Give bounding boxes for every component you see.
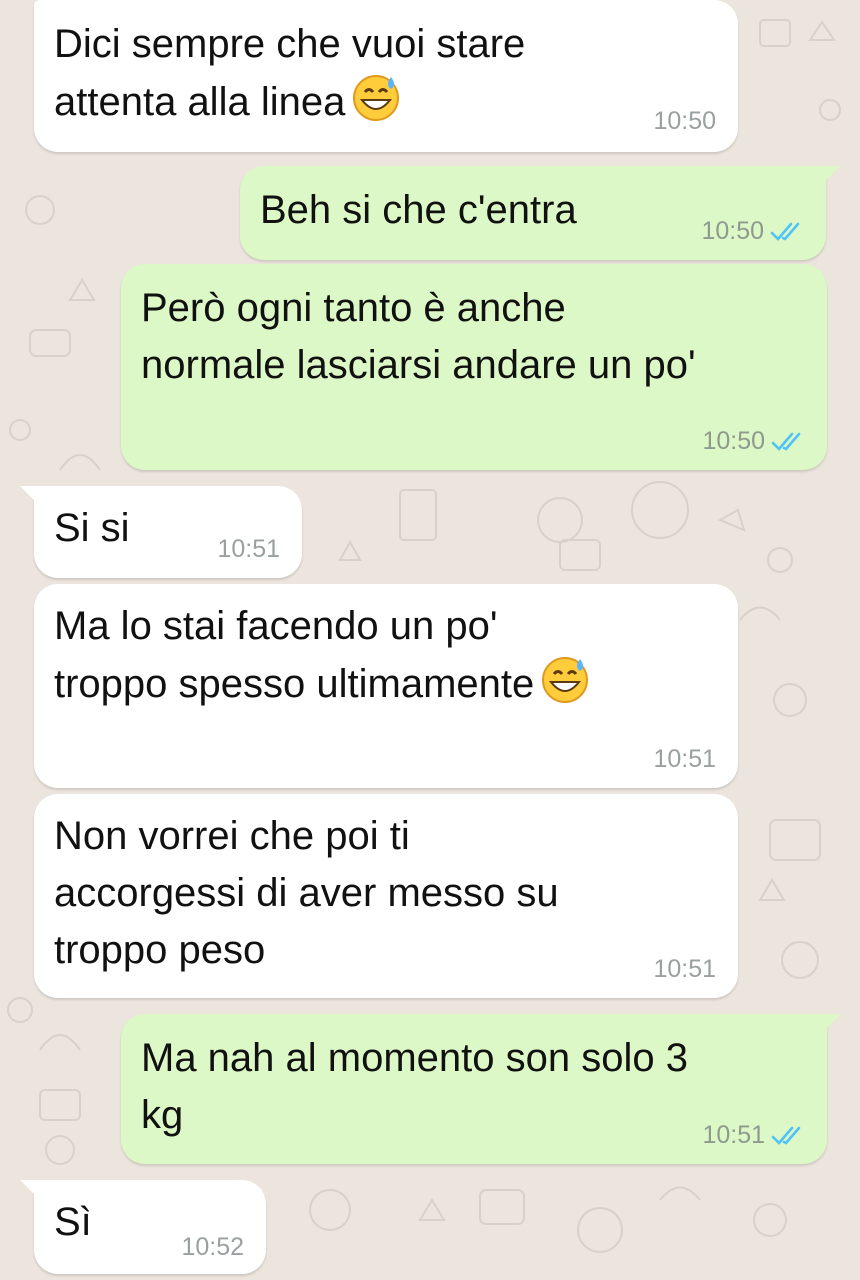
chat-area[interactable]: Dici sempre che vuoi stare attenta alla … <box>0 0 860 1280</box>
message-time: 10:50 <box>702 427 765 455</box>
message-text: Ma lo stai facendo un po' troppo spesso … <box>54 598 590 721</box>
double-check-read-icon <box>771 431 805 453</box>
message-text: Ma nah al momento son solo 3 kg <box>141 1036 688 1137</box>
bubble-tail <box>819 1014 841 1036</box>
grinning-face-with-sweat-emoji-icon <box>540 655 590 721</box>
message-bubble-outgoing[interactable]: Però ogni tanto è anche normale lasciars… <box>121 264 827 470</box>
message-bubble-incoming[interactable]: Non vorrei che poi ti accorgessi di aver… <box>34 794 738 998</box>
double-check-read-icon <box>770 221 804 243</box>
message-meta: 10:51 <box>653 745 716 774</box>
grinning-face-with-sweat-emoji-icon <box>351 73 401 139</box>
message-time: 10:51 <box>217 535 280 563</box>
message-meta: 10:52 <box>181 1233 244 1262</box>
message-meta: 10:50 <box>702 427 805 456</box>
message-time: 10:52 <box>181 1233 244 1261</box>
message-time: 10:50 <box>701 217 764 245</box>
message-time: 10:51 <box>702 1121 765 1149</box>
message-meta: 10:50 <box>653 107 716 136</box>
message-bubble-outgoing[interactable]: Ma nah al momento son solo 3 kg 10:51 <box>121 1014 841 1164</box>
message-text: Però ogni tanto è anche normale lasciars… <box>141 286 696 387</box>
message-meta: 10:51 <box>702 1121 805 1150</box>
message-text: Dici sempre che vuoi stare attenta alla … <box>54 16 525 139</box>
message-meta: 10:51 <box>653 955 716 984</box>
double-check-read-icon <box>771 1125 805 1147</box>
bubble-tail <box>818 166 840 188</box>
message-bubble-outgoing[interactable]: Beh si che c'entra 10:50 <box>240 166 840 260</box>
message-text: Sì <box>54 1200 92 1244</box>
bubble-tail <box>20 486 42 508</box>
message-bubble-incoming[interactable]: Sì 10:52 <box>20 1180 266 1274</box>
message-text: Si si <box>54 506 130 550</box>
message-time: 10:51 <box>653 955 716 983</box>
message-time: 10:50 <box>653 107 716 135</box>
message-bubble-incoming[interactable]: Si si 10:51 <box>20 486 302 578</box>
message-bubble-incoming[interactable]: Ma lo stai facendo un po' troppo spesso … <box>34 584 738 788</box>
message-time: 10:51 <box>653 745 716 773</box>
message-meta: 10:51 <box>217 535 280 564</box>
message-text: Non vorrei che poi ti accorgessi di aver… <box>54 814 559 972</box>
bubble-tail <box>20 1180 42 1202</box>
message-bubble-incoming[interactable]: Dici sempre che vuoi stare attenta alla … <box>34 0 738 152</box>
message-text: Beh si che c'entra <box>260 188 577 232</box>
message-meta: 10:50 <box>701 217 804 246</box>
